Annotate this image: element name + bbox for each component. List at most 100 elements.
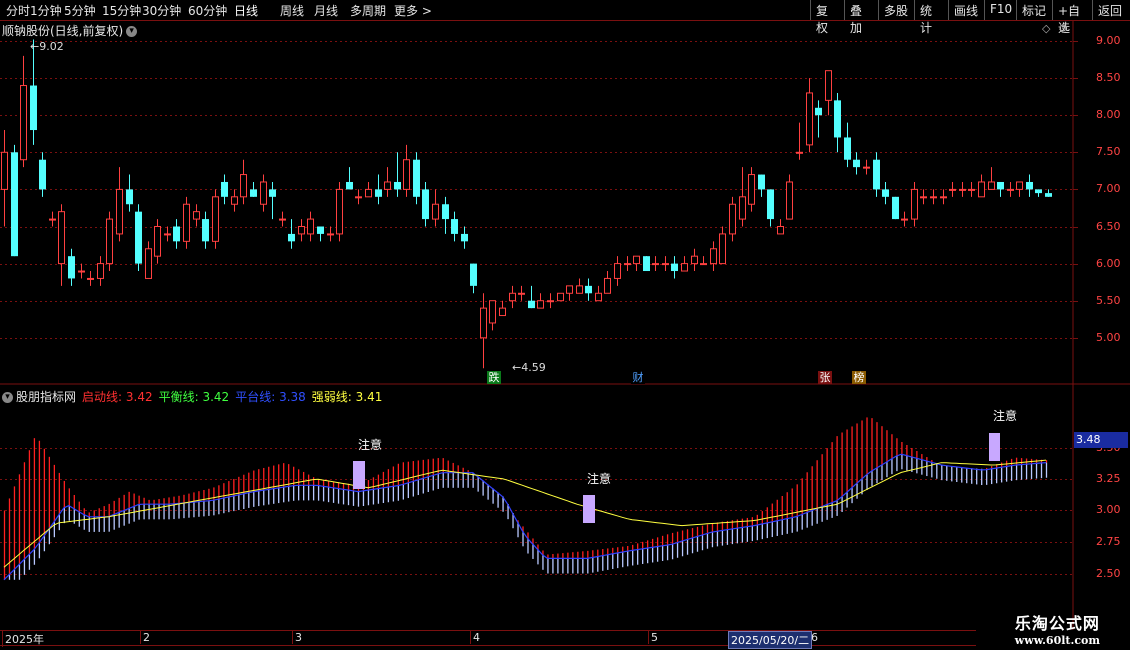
candle-body — [279, 218, 286, 221]
candle-body — [317, 226, 324, 234]
note-label: 注意 — [993, 409, 1018, 423]
platform-line — [3, 453, 1047, 581]
candle-body — [422, 189, 429, 220]
candle-body — [681, 263, 688, 272]
candle-body — [394, 181, 401, 190]
high-price-label: ←9.02 — [30, 40, 64, 53]
candle-body — [298, 226, 305, 235]
candle-body — [78, 270, 85, 273]
indicator-axis-label: 3.00 — [1096, 503, 1121, 516]
candle-body — [1016, 181, 1023, 190]
candle-body — [796, 151, 803, 154]
candle-body — [595, 292, 602, 302]
candle-body — [930, 196, 937, 199]
chevron-down-icon[interactable]: ▾ — [2, 392, 13, 403]
date-axis[interactable]: 2025年 2 3 4 5 6 2025/05/20/二 — [0, 630, 976, 649]
candle-body — [1007, 188, 1014, 191]
candle-body — [643, 256, 650, 272]
date-axis-label: 3 — [292, 631, 302, 644]
indicator-header[interactable]: ▾ 股朋指标网 启动线: 3.42 平衡线: 3.42 平台线: 3.38 强弱线: 3.… — [2, 388, 388, 405]
candle-body — [729, 203, 736, 235]
low-price-label: ←4.59 — [512, 361, 546, 374]
candle-body — [844, 137, 851, 160]
date-axis-label: 2025年 — [2, 631, 44, 647]
candle-body — [767, 189, 774, 220]
candle-body — [135, 211, 142, 264]
note-label: 注意 — [358, 438, 383, 452]
candle-body — [432, 203, 439, 220]
candle-body — [604, 277, 611, 294]
candle-body — [68, 256, 75, 279]
note-marker — [989, 433, 1000, 461]
candle-body — [662, 263, 669, 266]
candle-body — [537, 300, 544, 309]
candle-body — [413, 159, 420, 197]
candle-body — [403, 159, 410, 190]
indicator-item: 平台线: 3.38 — [235, 390, 306, 404]
candle-body — [748, 174, 755, 205]
candle-body — [173, 226, 180, 242]
event-marker[interactable]: 榜 — [852, 371, 866, 384]
candle-body — [997, 181, 1004, 190]
price-axis-label: 5.50 — [1096, 294, 1121, 307]
candle-body — [355, 196, 362, 199]
strength-line — [3, 459, 1047, 568]
candle-body — [212, 196, 219, 242]
event-marker[interactable]: 跌 — [487, 371, 501, 384]
candle-body — [126, 189, 133, 205]
candle-body — [959, 188, 966, 191]
candle-body — [231, 196, 238, 205]
candle-body — [863, 166, 870, 169]
indicator-item: 平衡线: 3.42 — [159, 390, 230, 404]
price-axis-label: 8.50 — [1096, 71, 1121, 84]
indicator-item-value: 3.38 — [275, 390, 306, 404]
candle-body — [834, 100, 841, 138]
indicator-item: 启动线: 3.42 — [82, 390, 153, 404]
candle-body — [221, 181, 228, 197]
indicator-item-value: 3.42 — [198, 390, 230, 404]
candle-body — [882, 189, 889, 197]
indicator-item-value: 3.42 — [122, 390, 153, 404]
price-axis-label: 7.50 — [1096, 145, 1121, 158]
candle-body — [384, 181, 391, 190]
candle-body — [269, 189, 276, 197]
candle-body — [499, 307, 506, 317]
candle-body — [576, 285, 583, 294]
candlestick-chart[interactable] — [0, 0, 1130, 650]
note-marker — [583, 495, 595, 523]
candle-body — [786, 181, 793, 220]
date-axis-label: 2 — [140, 631, 150, 644]
note-label: 注意 — [587, 472, 612, 486]
candle-body — [739, 196, 746, 220]
candle-body — [106, 218, 113, 265]
candle-body — [518, 292, 525, 295]
event-marker[interactable]: 张 — [818, 371, 832, 384]
indicator-item: 强弱线: 3.41 — [312, 390, 383, 404]
candle-body — [20, 85, 27, 161]
candle-body — [528, 300, 535, 309]
event-marker[interactable]: 财 — [631, 371, 645, 384]
date-axis-label: 4 — [470, 631, 480, 644]
candle-body — [633, 255, 640, 265]
candle-body — [901, 218, 908, 221]
candle-body — [557, 292, 564, 302]
indicator-name: 股朋指标网 — [16, 390, 77, 404]
candle-body — [11, 152, 18, 257]
candle-body — [988, 181, 995, 190]
candle-body — [585, 285, 592, 294]
candle-body — [164, 233, 171, 236]
candle-body — [873, 159, 880, 190]
candle-body — [1026, 181, 1033, 190]
candle-body — [346, 181, 353, 190]
candle-body — [624, 263, 631, 266]
candle-body — [260, 181, 267, 205]
candle-body — [97, 263, 104, 279]
candle-body — [614, 263, 621, 279]
indicator-item-label: 平台线: — [235, 390, 276, 404]
candle-body — [30, 85, 37, 131]
candle-body — [193, 211, 200, 220]
candle-body — [49, 218, 56, 221]
candle-body — [375, 189, 382, 197]
candle-body — [892, 196, 899, 220]
candle-body — [911, 188, 918, 220]
